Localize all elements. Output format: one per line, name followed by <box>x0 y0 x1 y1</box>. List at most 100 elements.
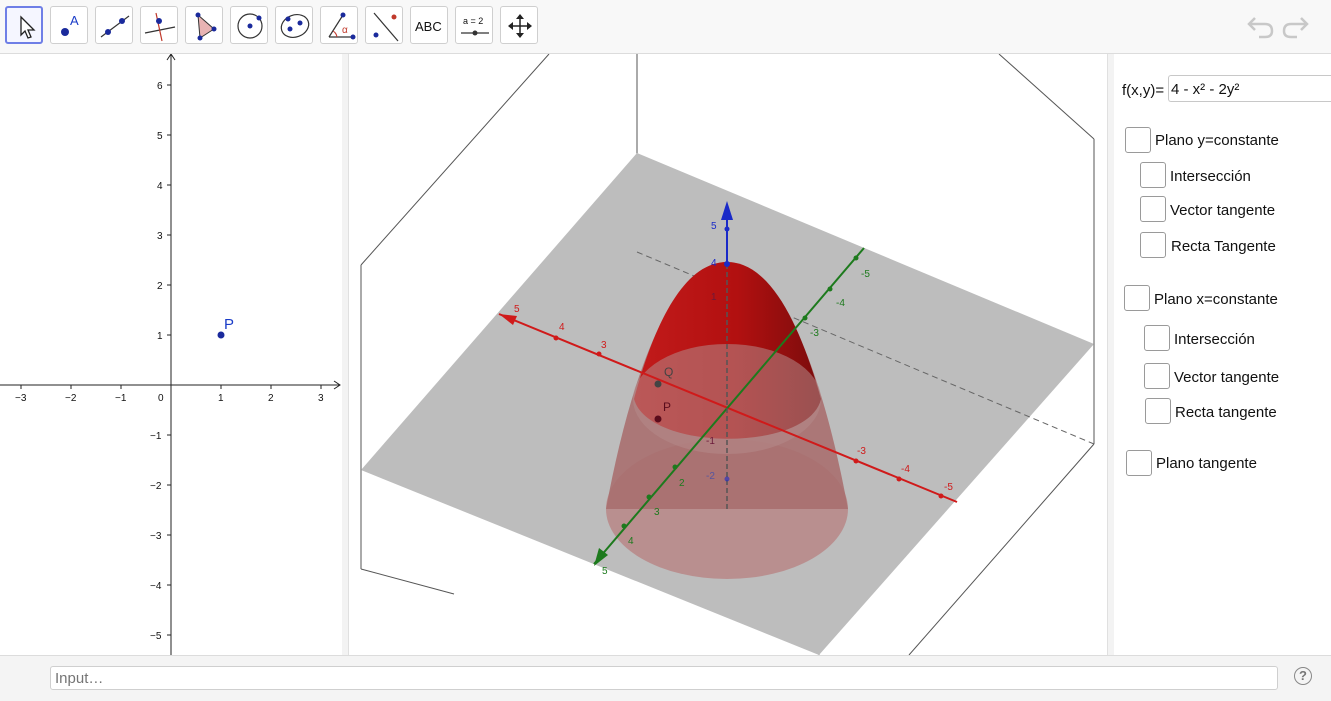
z-axis-label: 5 <box>711 221 717 232</box>
point-q-label: Q <box>664 365 673 379</box>
reflect-point-icon <box>373 12 399 42</box>
polygon-tool-button[interactable] <box>185 6 223 44</box>
x-axis-label: 4 <box>559 322 565 333</box>
y-axis-label: -3 <box>810 328 819 339</box>
text-icon: ABC <box>415 19 442 34</box>
y-tick-label: 1 <box>157 331 163 342</box>
point-p-label: P <box>663 400 671 414</box>
checkbox-recta-tangente-y[interactable] <box>1140 232 1166 258</box>
function-label: f(x,y)= <box>1122 82 1165 99</box>
checkbox-vector-tangente-x[interactable] <box>1144 363 1170 389</box>
x-axis-label: 3 <box>601 340 607 351</box>
y-tick-label: 3 <box>157 231 163 242</box>
circle-center-point-icon <box>237 13 263 39</box>
x-axis-label: 5 <box>514 304 520 315</box>
checkbox-plano-tangente[interactable] <box>1126 450 1152 476</box>
svg-text:A: A <box>70 13 79 28</box>
redo-icon[interactable] <box>1281 12 1311 40</box>
y-tick-label: −4 <box>150 581 162 592</box>
graphics-2d-view[interactable]: −3 −2 −1 0 1 2 3 6 5 4 3 2 1 −1 −2 −3 −4… <box>0 53 343 655</box>
checkbox-interseccion-x[interactable] <box>1144 325 1170 351</box>
cursor-arrow-icon <box>20 15 36 39</box>
slider-icon: a = 2 <box>461 16 489 36</box>
x-tick-label: 3 <box>318 393 324 404</box>
slider-tool-button[interactable]: a = 2 <box>455 6 493 44</box>
checkbox-label: Vector tangente <box>1174 369 1280 386</box>
y-axis-label: 3 <box>654 507 660 518</box>
y-axis-label: 4 <box>628 536 634 547</box>
checkbox-label: Vector tangente <box>1170 202 1276 219</box>
point-p-3d[interactable] <box>654 415 662 423</box>
y-tick-label: 4 <box>157 181 163 192</box>
input-bar-container: ? <box>0 655 1331 701</box>
move-arrows-icon <box>508 14 532 38</box>
scene-3d: 5 4 3 -3 -4 -5 -5 -4 -3 2 3 4 5 5 4 1 -1… <box>360 54 1095 655</box>
y-axis-label: 2 <box>679 478 685 489</box>
x-tick-label: 2 <box>268 393 274 404</box>
x-tick-label: −2 <box>65 393 77 404</box>
undo-icon[interactable] <box>1245 12 1275 40</box>
z-axis-label: -2 <box>706 471 715 482</box>
algebra-input[interactable] <box>50 666 1278 690</box>
x-tick-label: 0 <box>158 393 164 404</box>
line-through-points-icon <box>100 15 130 38</box>
y-tick-label: 2 <box>157 281 163 292</box>
text-tool-button[interactable]: ABC <box>410 6 448 44</box>
controls-panel: f(x,y)= 4 - x² - 2y² Plano y=constante I… <box>1114 54 1331 655</box>
y-tick-label: −3 <box>150 531 162 542</box>
svg-text:ABC: ABC <box>415 19 442 34</box>
x-tick-label: −1 <box>115 393 127 404</box>
y-tick-label: 5 <box>157 131 163 142</box>
svg-text:a = 2: a = 2 <box>463 16 483 26</box>
y-axis-label: -5 <box>861 269 870 280</box>
axes-2d: −3 −2 −1 0 1 2 3 6 5 4 3 2 1 −1 −2 −3 −4… <box>0 53 341 655</box>
view-divider[interactable] <box>342 54 349 655</box>
checkbox-label: Plano tangente <box>1156 455 1257 472</box>
angle-tool-button[interactable]: α <box>320 6 358 44</box>
y-axis-label: 5 <box>602 566 608 577</box>
perpendicular-tool-button[interactable] <box>140 6 178 44</box>
move-tool-button[interactable] <box>5 6 43 44</box>
ellipse-icon <box>280 14 310 38</box>
point-tool-button[interactable]: A <box>50 6 88 44</box>
move-view-tool-button[interactable] <box>500 6 538 44</box>
checkbox-label: Recta Tangente <box>1171 238 1276 255</box>
checkbox-vector-tangente-y[interactable] <box>1140 196 1166 222</box>
polygon-icon <box>195 12 217 41</box>
y-axis-label: -4 <box>836 298 845 309</box>
z-axis-label: -1 <box>706 436 715 447</box>
checkbox-label: Intersección <box>1174 331 1255 348</box>
help-icon[interactable]: ? <box>1294 667 1312 685</box>
point-label-icon: A <box>61 13 79 36</box>
x-tick-label: −3 <box>15 393 27 404</box>
perpendicular-line-icon <box>144 12 176 42</box>
toolbar: A α ABC a = 2 <box>0 0 1331 54</box>
checkbox-label: Plano x=constante <box>1154 291 1278 308</box>
conic-tool-button[interactable] <box>275 6 313 44</box>
checkbox-plano-x[interactable] <box>1124 285 1150 311</box>
svg-text:α: α <box>342 25 348 36</box>
reflect-tool-button[interactable] <box>365 6 403 44</box>
x-tick-label: 1 <box>218 393 224 404</box>
checkbox-label: Plano y=constante <box>1155 132 1279 149</box>
x-axis-label: -5 <box>944 482 953 493</box>
checkbox-plano-y[interactable] <box>1125 127 1151 153</box>
checkbox-label: Recta tangente <box>1175 404 1277 421</box>
point-q-3d[interactable] <box>654 380 662 388</box>
y-tick-label: 6 <box>157 81 163 92</box>
z-axis-label: 1 <box>711 292 717 303</box>
graphics-3d-view[interactable]: 5 4 3 -3 -4 -5 -5 -4 -3 2 3 4 5 5 4 1 -1… <box>349 54 1107 655</box>
z-axis-label: 4 <box>711 258 717 269</box>
function-input[interactable]: 4 - x² - 2y² <box>1168 75 1331 102</box>
line-tool-button[interactable] <box>95 6 133 44</box>
y-tick-label: −2 <box>150 481 162 492</box>
y-tick-label: −5 <box>150 631 162 642</box>
checkbox-recta-tangente-x[interactable] <box>1145 398 1171 424</box>
checkbox-label: Intersección <box>1170 168 1251 185</box>
point-p-label: P <box>224 316 234 333</box>
y-tick-label: −1 <box>150 431 162 442</box>
checkbox-interseccion-y[interactable] <box>1140 162 1166 188</box>
x-axis-label: -3 <box>857 446 866 457</box>
circle-tool-button[interactable] <box>230 6 268 44</box>
x-axis-label: -4 <box>901 464 910 475</box>
